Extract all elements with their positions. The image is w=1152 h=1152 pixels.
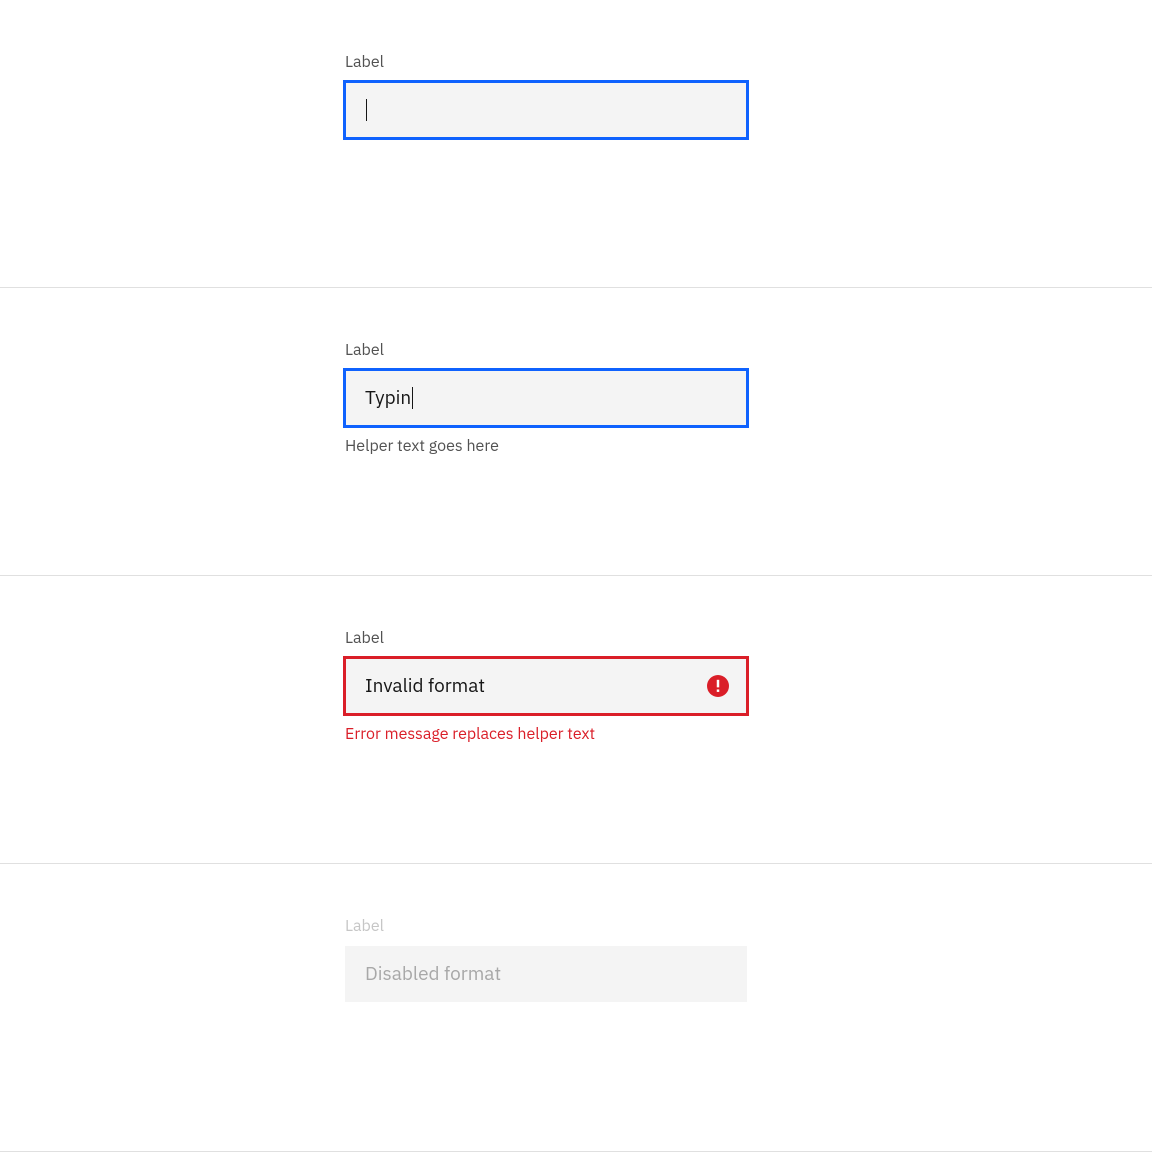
text-field-wrapper: Label Invalid format Error message repla… [345,628,747,744]
form-row-focus-empty: Label [0,0,1152,288]
input-value: Invalid format [365,674,485,698]
form-row-error: Label Invalid format Error message repla… [0,576,1152,864]
placeholder-text: Disabled format [365,962,501,986]
field-label-disabled: Label [345,916,747,936]
text-input-error[interactable]: Invalid format [345,658,747,714]
input-value: Typin [365,386,411,410]
form-row-focus-typing: Label Typin Helper text goes here [0,288,1152,576]
field-label: Label [345,628,747,648]
field-label: Label [345,52,747,72]
text-input-focus-typing[interactable]: Typin [345,370,747,426]
error-message: Error message replaces helper text [345,724,747,744]
text-field-wrapper: Label [345,52,747,138]
error-filled-icon [707,675,729,697]
text-field-wrapper: Label Disabled format [345,916,747,1002]
text-cursor [366,99,367,121]
form-row-disabled: Label Disabled format [0,864,1152,1152]
text-input-disabled: Disabled format [345,946,747,1002]
text-input-focus-empty[interactable] [345,82,747,138]
text-cursor [412,387,413,409]
text-field-wrapper: Label Typin Helper text goes here [345,340,747,456]
helper-text: Helper text goes here [345,436,747,456]
field-label: Label [345,340,747,360]
